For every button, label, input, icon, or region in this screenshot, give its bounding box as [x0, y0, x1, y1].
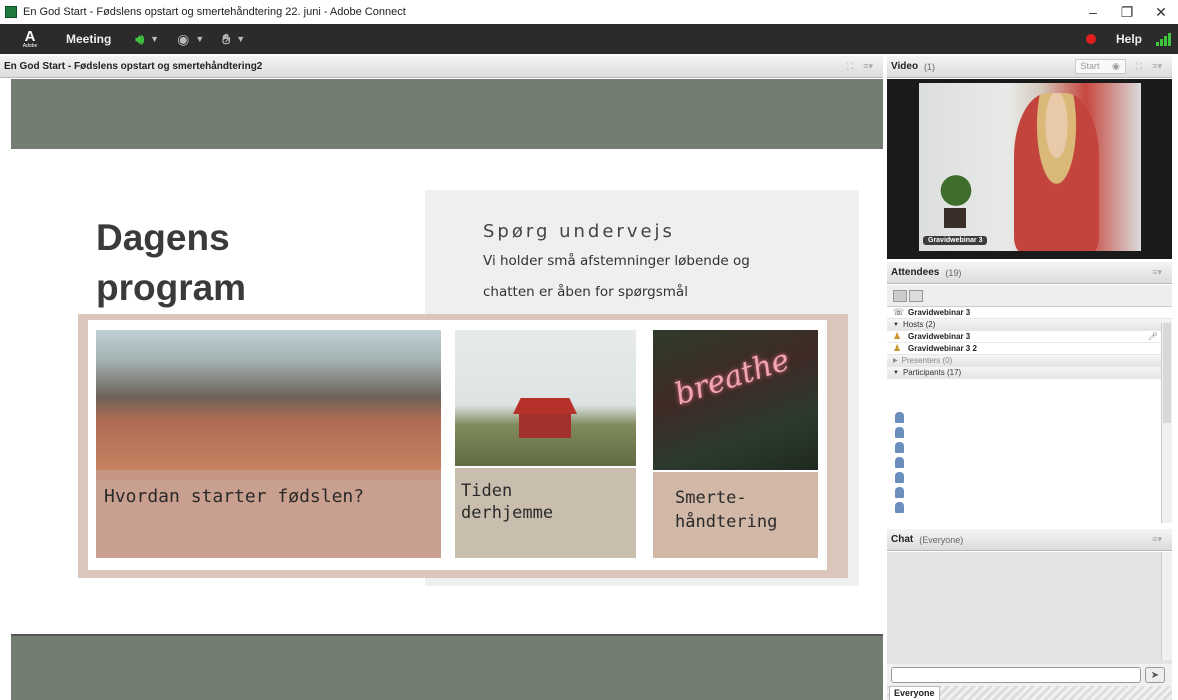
- ask-title: Spørg undervejs: [483, 221, 675, 242]
- share-pod-header: En God Start - Fødslens opstart og smert…: [0, 56, 883, 78]
- share-pod-title: En God Start - Fødslens opstart og smert…: [4, 61, 263, 72]
- fullscreen-icon[interactable]: ⛶: [1136, 61, 1142, 72]
- chevron-down-icon: ▼: [150, 34, 160, 44]
- my-status-row[interactable]: ☏ Gravidwebinar 3: [887, 307, 1172, 319]
- card-caption: Hvordan starter fødslen?: [96, 470, 441, 558]
- webcam-button[interactable]: ◉ ▼: [177, 31, 204, 48]
- attendees-toolbar: [887, 285, 1172, 307]
- host-row[interactable]: ♟ Gravidwebinar 3 🎤︎: [887, 331, 1172, 343]
- video-feed: [919, 83, 1141, 251]
- detail-view-icon[interactable]: [909, 289, 923, 302]
- fullscreen-icon[interactable]: ⛶: [847, 61, 853, 72]
- card-caption: Tiden derhjemme: [455, 468, 636, 558]
- video-count: (1): [924, 61, 936, 72]
- chat-scrollbar[interactable]: [1161, 552, 1172, 660]
- pod-menu-icon[interactable]: ≡▾: [863, 61, 873, 72]
- chat-tab-everyone[interactable]: Everyone: [889, 686, 940, 700]
- restore-icon[interactable]: ❐: [1110, 4, 1144, 21]
- video-feed-label: Gravidwebinar 3: [923, 236, 988, 245]
- participant-icon[interactable]: [895, 457, 904, 468]
- raise-hand-icon: ✋︎: [222, 30, 231, 47]
- chat-scope: (Everyone): [919, 534, 964, 545]
- host-user-icon: ♟: [893, 343, 902, 353]
- participant-icon[interactable]: [895, 442, 904, 453]
- card-pain-management: breathe Smerte- håndtering: [653, 330, 818, 558]
- window-titlebar: En God Start - Fødslens opstart og smert…: [0, 0, 1178, 24]
- ask-line-2: chatten er åben for spørgsmål: [483, 284, 688, 300]
- pod-menu-icon[interactable]: ≡▾: [1152, 267, 1162, 278]
- list-view-icon[interactable]: [893, 289, 907, 302]
- video-area: Gravidwebinar 3: [887, 79, 1172, 259]
- meeting-menu[interactable]: Meeting: [66, 32, 111, 46]
- start-webcam-button[interactable]: Start ◉: [1074, 59, 1126, 74]
- plant-image: [931, 168, 981, 213]
- raise-hand-button[interactable]: ✋︎ ▼: [222, 31, 245, 48]
- host-row[interactable]: ♟ Gravidwebinar 3 2: [887, 343, 1172, 355]
- card-labor-start: Hvordan starter fødslen?: [96, 330, 441, 558]
- chat-tabs: Everyone: [887, 686, 1172, 700]
- phone-user-icon: ☏: [893, 307, 905, 317]
- hosts-group[interactable]: ▼ Hosts (2): [887, 319, 1172, 331]
- ask-line-1: Vi holder små afstemninger løbende og: [483, 253, 750, 269]
- attendees-pod-title: Attendees: [891, 267, 940, 278]
- video-pod-title: Video: [891, 61, 919, 72]
- chat-pod-header: Chat (Everyone) ≡▾: [887, 529, 1172, 551]
- attendees-scrollbar[interactable]: [1161, 323, 1172, 523]
- card-caption: Smerte- håndtering: [653, 472, 818, 558]
- house-icon: [513, 398, 577, 438]
- pod-menu-icon[interactable]: ≡▾: [1152, 61, 1162, 72]
- speaker-icon: 🔊︎: [135, 30, 145, 47]
- house-image: [455, 330, 636, 466]
- participant-icon[interactable]: [895, 472, 904, 483]
- participants-group[interactable]: ▼ Participants (17): [887, 367, 1172, 379]
- adobe-logo-icon: A Adobe: [22, 27, 38, 49]
- triangle-down-icon: ▼: [893, 321, 899, 328]
- mic-icon: 🎤︎: [1147, 332, 1158, 341]
- attendees-count: (19): [945, 267, 962, 278]
- participant-icon[interactable]: [895, 427, 904, 438]
- help-menu[interactable]: Help: [1116, 32, 1142, 46]
- slide-heading: Dagens program: [96, 217, 247, 308]
- speaker-button[interactable]: 🔊︎ ▼: [135, 31, 159, 48]
- participant-icon[interactable]: [895, 487, 904, 498]
- participant-icon[interactable]: [895, 502, 904, 513]
- pod-menu-icon[interactable]: ≡▾: [1152, 534, 1162, 545]
- host-user-icon: ♟: [893, 331, 902, 341]
- share-area: Dagens program Spørg undervejs Vi holder…: [11, 79, 883, 700]
- presenter-image: [1014, 93, 1099, 251]
- neon-sign-image: breathe: [653, 330, 818, 470]
- runner-image: [96, 330, 441, 480]
- app-icon: [5, 6, 17, 18]
- chevron-down-icon: ▼: [195, 34, 205, 44]
- window-title: En God Start - Fødslens opstart og smert…: [23, 6, 406, 18]
- send-message-icon[interactable]: ➤: [1145, 667, 1165, 683]
- chat-messages: [887, 552, 1172, 664]
- participant-icon[interactable]: [895, 412, 904, 423]
- triangle-right-icon: ▶: [893, 358, 898, 364]
- close-icon[interactable]: ✕: [1144, 4, 1178, 21]
- attendees-list: ☏ Gravidwebinar 3 ▼ Hosts (2) ♟ Gravidwe…: [887, 285, 1172, 525]
- attendees-pod-header: Attendees (19) ≡▾: [887, 262, 1172, 284]
- signal-icon: [1156, 32, 1172, 46]
- minimize-icon[interactable]: –: [1076, 4, 1110, 20]
- participant-icons: [895, 412, 904, 513]
- card-time-at-home: Tiden derhjemme: [455, 330, 636, 558]
- chat-input[interactable]: [891, 667, 1141, 683]
- presenters-group[interactable]: ▶ Presenters (0): [887, 355, 1172, 367]
- video-pod-header: Video (1) Start ◉ ⛶ ≡▾: [887, 56, 1172, 78]
- triangle-down-icon: ▼: [893, 369, 899, 376]
- chat-pod-title: Chat: [891, 534, 914, 545]
- webcam-icon: ◉: [177, 30, 190, 47]
- chat-input-row: ➤: [887, 664, 1172, 686]
- ask-body: Vi holder små afstemninger løbende og ch…: [483, 246, 750, 308]
- record-icon[interactable]: [1085, 34, 1096, 44]
- chevron-down-icon: ▼: [236, 34, 246, 44]
- meeting-menubar: A Adobe Meeting 🔊︎ ▼ ◉ ▼ ✋︎ ▼ Help: [0, 24, 1178, 54]
- neon-text: breathe: [670, 342, 794, 413]
- presentation-slide: Dagens program Spørg undervejs Vi holder…: [11, 149, 883, 636]
